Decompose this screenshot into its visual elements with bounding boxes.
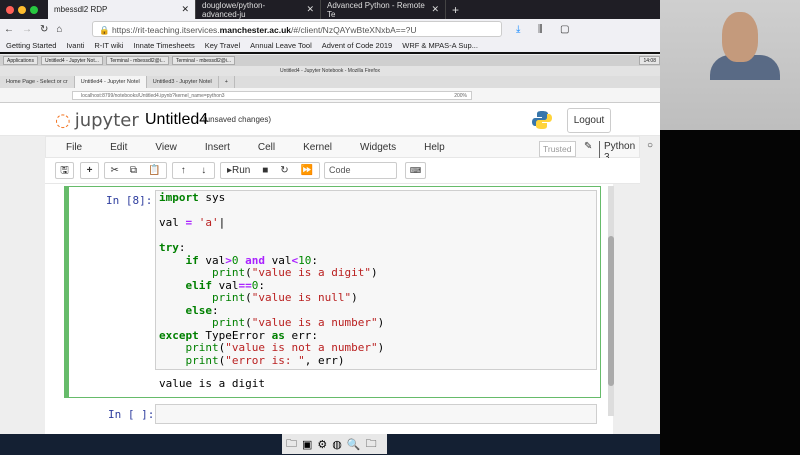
bookmark[interactable]: Getting Started (6, 41, 56, 50)
jupyter-header: ◌ jupyter Untitled4 (unsaved changes) Log… (0, 103, 660, 136)
menu-edit[interactable]: Edit (82, 142, 127, 153)
new-tab-button[interactable]: + (219, 76, 235, 88)
restart-icon[interactable]: ↻ (280, 163, 288, 178)
trusted-badge[interactable]: Trusted (539, 141, 576, 157)
remote-tab[interactable]: Untitled3 - Jupyter Notel (147, 76, 219, 88)
cell-type-select[interactable]: Code (324, 162, 397, 179)
clock: 14:08 (639, 56, 660, 65)
bookmark[interactable]: R-IT wiki (94, 41, 123, 50)
browser-nav-bar: ← → ↻ ⌂ 🔒 https://rit-teaching.itservices.m… (0, 19, 660, 39)
taskbar-item[interactable]: Terminal - mbessdl2@i... (171, 56, 236, 65)
url-bar[interactable]: 🔒 https://rit-teaching.itservices.manche… (92, 21, 502, 37)
taskbar-item[interactable]: Terminal - mbessdl2@i... (105, 56, 169, 65)
sidebar-icon[interactable]: ▢ (560, 24, 569, 35)
tab-label: douglowe/python-advanced-ju (202, 0, 266, 19)
input-prompt: In [ ]: (108, 408, 155, 421)
edit-pencil-icon[interactable]: ✎ (584, 141, 592, 152)
logout-button[interactable]: Logout (567, 108, 611, 133)
remote-url-bar[interactable]: localhost:8799/notebooks/Untitled4.ipynb… (72, 91, 472, 100)
menu-file[interactable]: File (46, 142, 82, 153)
menu-insert[interactable]: Insert (177, 142, 230, 153)
cut-copy-paste-group: ✂ ⧉ 📋 (104, 162, 167, 179)
browser-tab[interactable]: douglowe/python-advanced-ju ✕ (196, 0, 321, 19)
remote-tab[interactable]: Untitled4 - Jupyter Notel (74, 76, 147, 88)
close-window-button[interactable] (6, 5, 14, 14)
maximize-window-button[interactable] (30, 5, 38, 14)
paste-icon[interactable]: 📋 (148, 163, 160, 178)
download-icon[interactable]: ⤓ (516, 24, 520, 35)
bookmark[interactable]: Annual Leave Tool (250, 41, 312, 50)
remote-desktop-screen: mbessdl2 RDP ✕ douglowe/python-advanced-j… (0, 0, 660, 455)
close-tab-icon[interactable]: ✕ (431, 4, 439, 15)
folder-icon[interactable]: 🗀 (366, 435, 377, 454)
tab-label: Advanced Python - Remote Te (327, 0, 425, 19)
bookmarks-bar: Getting Started Ivanti R-IT wiki Innate Tim… (0, 39, 660, 54)
search-icon[interactable]: 🔍 (347, 438, 361, 451)
web-browser-icon[interactable]: ◍ (332, 438, 342, 451)
home-icon[interactable]: ⌂ (56, 24, 62, 35)
bookmark[interactable]: Advent of Code 2019 (322, 41, 392, 50)
applications-menu[interactable]: Applications (3, 56, 38, 65)
python-logo-icon (532, 111, 552, 129)
run-group: ▸Run ■ ↻ ⏩ (220, 162, 320, 179)
menu-kernel[interactable]: Kernel (275, 142, 332, 153)
remote-window-title: Untitled4 - Jupyter Notebook - Mozilla F… (0, 66, 660, 76)
interrupt-icon[interactable]: ■ (262, 163, 268, 178)
close-tab-icon[interactable]: ✕ (181, 4, 189, 15)
save-button[interactable]: 🖫 (55, 162, 74, 179)
kernel-idle-icon: ○ (647, 140, 654, 151)
bookmark[interactable]: Key Travel (205, 41, 240, 50)
insert-cell-button[interactable]: + (80, 162, 99, 179)
scrollbar-thumb[interactable] (608, 236, 614, 386)
presenter-head (722, 12, 758, 62)
move-group: ↑ ↓ (172, 162, 215, 179)
bookmark[interactable]: Ivanti (66, 41, 84, 50)
taskbar-item[interactable]: Untitled4 - Jupyter Not... (40, 56, 103, 65)
move-up-icon[interactable]: ↑ (181, 163, 186, 178)
menu-cell[interactable]: Cell (230, 142, 275, 153)
input-prompt: In [8]: (106, 194, 153, 207)
reload-icon[interactable]: ↻ (40, 24, 48, 35)
restart-run-all-icon[interactable]: ⏩ (301, 163, 313, 178)
back-icon[interactable]: ← (4, 24, 14, 35)
library-icon[interactable]: ⫼ (538, 24, 543, 35)
notebook-name[interactable]: Untitled4 (145, 111, 208, 129)
cell-output: value is a digit (159, 377, 265, 390)
close-tab-icon[interactable]: ✕ (306, 4, 314, 15)
move-down-icon[interactable]: ↓ (201, 163, 206, 178)
scrollbar[interactable] (608, 186, 614, 416)
tab-label: mbessdl2 RDP (54, 5, 108, 14)
bookmark[interactable]: WRF & MPAS-A Sup... (402, 41, 478, 50)
keyboard-shortcuts-icon[interactable]: ⌨ (405, 162, 426, 179)
browser-tab[interactable]: Advanced Python - Remote Te ✕ (321, 0, 446, 19)
remote-tab[interactable]: Home Page - Select or cr (0, 76, 75, 88)
run-button[interactable]: ▸Run (227, 163, 250, 178)
remote-taskbar: Applications Untitled4 - Jupyter Not... Te… (0, 55, 660, 66)
dock-launchers: 🗀 ▣ ⚙ ◍ 🔍 🗀 (282, 434, 387, 454)
browser-tab-bar: mbessdl2 RDP ✕ douglowe/python-advanced-j… (0, 0, 660, 19)
new-tab-button[interactable]: + (446, 0, 465, 19)
menu-help[interactable]: Help (396, 142, 445, 153)
minimize-window-button[interactable] (18, 5, 26, 14)
folder-icon[interactable]: 🗀 (286, 435, 297, 454)
menu-widgets[interactable]: Widgets (332, 142, 396, 153)
browser-tab[interactable]: mbessdl2 RDP ✕ (48, 0, 196, 19)
empty-code-editor[interactable] (155, 404, 597, 424)
code-text[interactable]: import sys val = 'a'| try: if val>0 and … (159, 191, 384, 367)
forward-icon[interactable]: → (22, 24, 32, 35)
remote-tab-bar: Home Page - Select or cr Untitled4 - Jupy… (0, 76, 660, 88)
zoom-level: 200% (454, 93, 467, 99)
jupyter-logo[interactable]: ◌ jupyter (55, 110, 139, 131)
webcam-background (660, 130, 800, 455)
bookmark[interactable]: Innate Timesheets (133, 41, 194, 50)
notebook-toolbar: 🖫 + ✂ ⧉ 📋 ↑ ↓ ▸Run ■ ↻ ⏩ Code ⌨ (45, 158, 640, 184)
menu-bar: File Edit View Insert Cell Kernel Widget… (45, 136, 653, 163)
save-status: (unsaved changes) (203, 115, 272, 124)
cut-icon[interactable]: ✂ (111, 163, 119, 178)
terminal-icon[interactable]: ▣ (302, 438, 312, 451)
copy-icon[interactable]: ⧉ (130, 163, 137, 178)
menu-view[interactable]: View (127, 142, 177, 153)
remote-nav-bar: localhost:8799/notebooks/Untitled4.ipynb… (0, 88, 660, 103)
settings-icon[interactable]: ⚙ (317, 438, 327, 451)
